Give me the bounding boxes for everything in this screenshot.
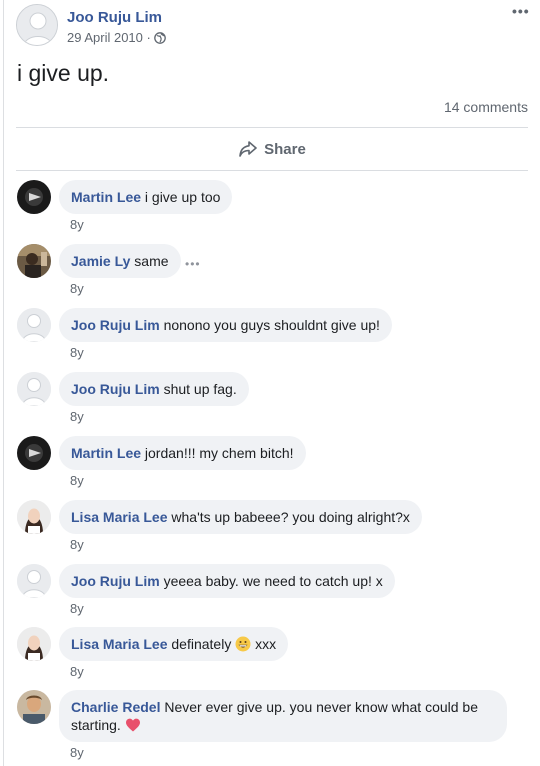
comment-bubble: Lisa Maria Lee wha'ts up babeee? you doi… bbox=[59, 500, 422, 534]
commenter-avatar[interactable] bbox=[17, 564, 51, 598]
comment-time[interactable]: 8y bbox=[70, 409, 84, 424]
commenter-avatar[interactable] bbox=[17, 500, 51, 534]
commenter-name[interactable]: Lisa Maria Lee bbox=[71, 636, 168, 652]
comment-bubble: Martin Lee jordan!!! my chem bitch! bbox=[59, 436, 306, 470]
share-label: Share bbox=[264, 140, 306, 158]
comment-time[interactable]: 8y bbox=[70, 473, 84, 488]
post-options-button[interactable]: ••• bbox=[512, 4, 530, 18]
comment-time[interactable]: 8y bbox=[70, 664, 84, 679]
comment-bubble: Martin Lee i give up too bbox=[59, 180, 233, 214]
comment-time[interactable]: 8y bbox=[70, 601, 84, 616]
commenter-avatar[interactable] bbox=[17, 690, 51, 724]
comment-text: xxx bbox=[255, 636, 277, 652]
commenter-name[interactable]: Joo Ruju Lim bbox=[71, 573, 160, 589]
share-button[interactable]: Share bbox=[16, 130, 528, 168]
commenter-name[interactable]: Joo Ruju Lim bbox=[71, 317, 160, 333]
comment-time[interactable]: 8y bbox=[70, 281, 84, 296]
divider bbox=[16, 127, 528, 128]
comment-text: shut up fag. bbox=[163, 381, 237, 397]
commenter-name[interactable]: Martin Lee bbox=[71, 189, 141, 205]
comment-time[interactable]: 8y bbox=[70, 217, 84, 232]
comment-count-link[interactable]: 14 comments bbox=[444, 99, 528, 115]
comment-bubble: Joo Ruju Lim shut up fag. bbox=[59, 372, 249, 406]
comment-time[interactable]: 8y bbox=[70, 745, 84, 760]
comment-text: jordan!!! my chem bitch! bbox=[144, 445, 294, 461]
author-avatar[interactable] bbox=[16, 4, 58, 46]
comment-text: wha'ts up babeee? you doing alright?x bbox=[171, 509, 410, 525]
comment-text: yeeea baby. we need to catch up! x bbox=[163, 573, 383, 589]
commenter-name[interactable]: Joo Ruju Lim bbox=[71, 381, 160, 397]
commenter-avatar[interactable] bbox=[17, 372, 51, 406]
comment-text: definately bbox=[171, 636, 232, 652]
comment-bubble: Jamie Ly same bbox=[59, 244, 181, 278]
red-heart-icon bbox=[125, 717, 141, 733]
commenter-avatar[interactable] bbox=[17, 180, 51, 214]
post-text: i give up. bbox=[17, 60, 110, 86]
commenter-name[interactable]: Jamie Ly bbox=[71, 253, 130, 269]
commenter-avatar[interactable] bbox=[17, 627, 51, 661]
comment-text: same bbox=[134, 253, 169, 269]
post-date[interactable]: 29 April 2010 · bbox=[67, 30, 151, 45]
grinning-face-icon bbox=[235, 636, 251, 652]
commenter-name[interactable]: Charlie Redel bbox=[71, 699, 160, 715]
commenter-name[interactable]: Martin Lee bbox=[71, 445, 141, 461]
comment-bubble: Lisa Maria Lee definately xxx bbox=[59, 627, 289, 661]
comment-time[interactable]: 8y bbox=[70, 537, 84, 552]
commenter-name[interactable]: Lisa Maria Lee bbox=[71, 509, 168, 525]
comment-text: i give up too bbox=[144, 189, 221, 205]
comment-bubble: Charlie Redel Never ever give up. you ne… bbox=[59, 690, 507, 742]
post-meta: 29 April 2010 · bbox=[67, 30, 166, 45]
post-header: Joo Ruju Lim 29 April 2010 · bbox=[16, 4, 536, 48]
globe-icon bbox=[153, 31, 166, 44]
commenter-avatar[interactable] bbox=[17, 436, 51, 470]
comment-bubble: Joo Ruju Lim yeeea baby. we need to catc… bbox=[59, 564, 395, 598]
comment-text: nonono you guys shouldnt give up! bbox=[163, 317, 380, 333]
post-author-name[interactable]: Joo Ruju Lim bbox=[67, 9, 162, 26]
comment-time[interactable]: 8y bbox=[70, 345, 84, 360]
commenter-avatar[interactable] bbox=[17, 244, 51, 278]
divider bbox=[16, 170, 528, 171]
share-icon bbox=[238, 140, 258, 158]
post-card: Joo Ruju Lim 29 April 2010 · ••• i give … bbox=[3, 0, 540, 766]
commenter-avatar[interactable] bbox=[17, 308, 51, 342]
comment-bubble: Joo Ruju Lim nonono you guys shouldnt gi… bbox=[59, 308, 392, 342]
comment-options-button[interactable]: ••• bbox=[185, 257, 201, 271]
